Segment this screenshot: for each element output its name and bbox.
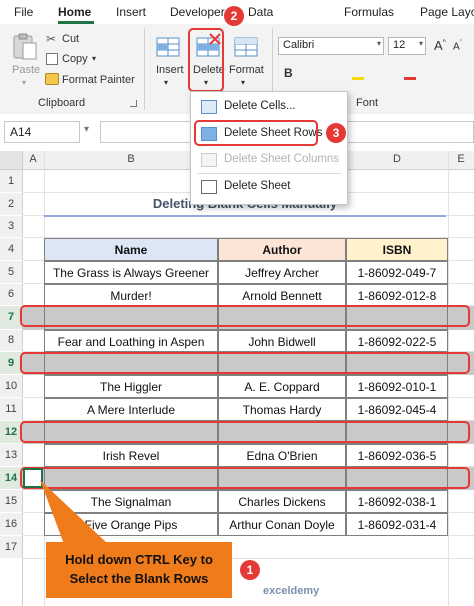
delete-dropdown-menu: Delete Cells... Delete Sheet Rows Delete…: [190, 91, 348, 205]
delete-columns-menu-icon: [201, 153, 217, 167]
step-badge-2: 2: [224, 6, 244, 26]
watermark-logo: exceldemy: [263, 585, 320, 597]
menu-item-delete-sheet-columns: Delete Sheet Columns: [191, 149, 347, 171]
menu-item-label: Delete Cells...: [224, 100, 296, 112]
delete-sheet-rows-highlight: [194, 120, 318, 146]
menu-item-label: Delete Sheet: [224, 180, 291, 192]
delete-sheet-menu-icon: [201, 180, 217, 194]
menu-item-delete-cells[interactable]: Delete Cells...: [191, 96, 347, 118]
step-badge-3: 3: [326, 123, 346, 143]
delete-cells-menu-icon: [201, 100, 217, 114]
step-badge-1: 1: [240, 560, 260, 580]
menu-item-label: Delete Sheet Columns: [224, 153, 340, 165]
menu-item-delete-sheet[interactable]: Delete Sheet: [191, 176, 347, 198]
instruction-callout: Hold down CTRL Key to Select the Blank R…: [46, 542, 232, 598]
menu-divider: [197, 173, 341, 174]
